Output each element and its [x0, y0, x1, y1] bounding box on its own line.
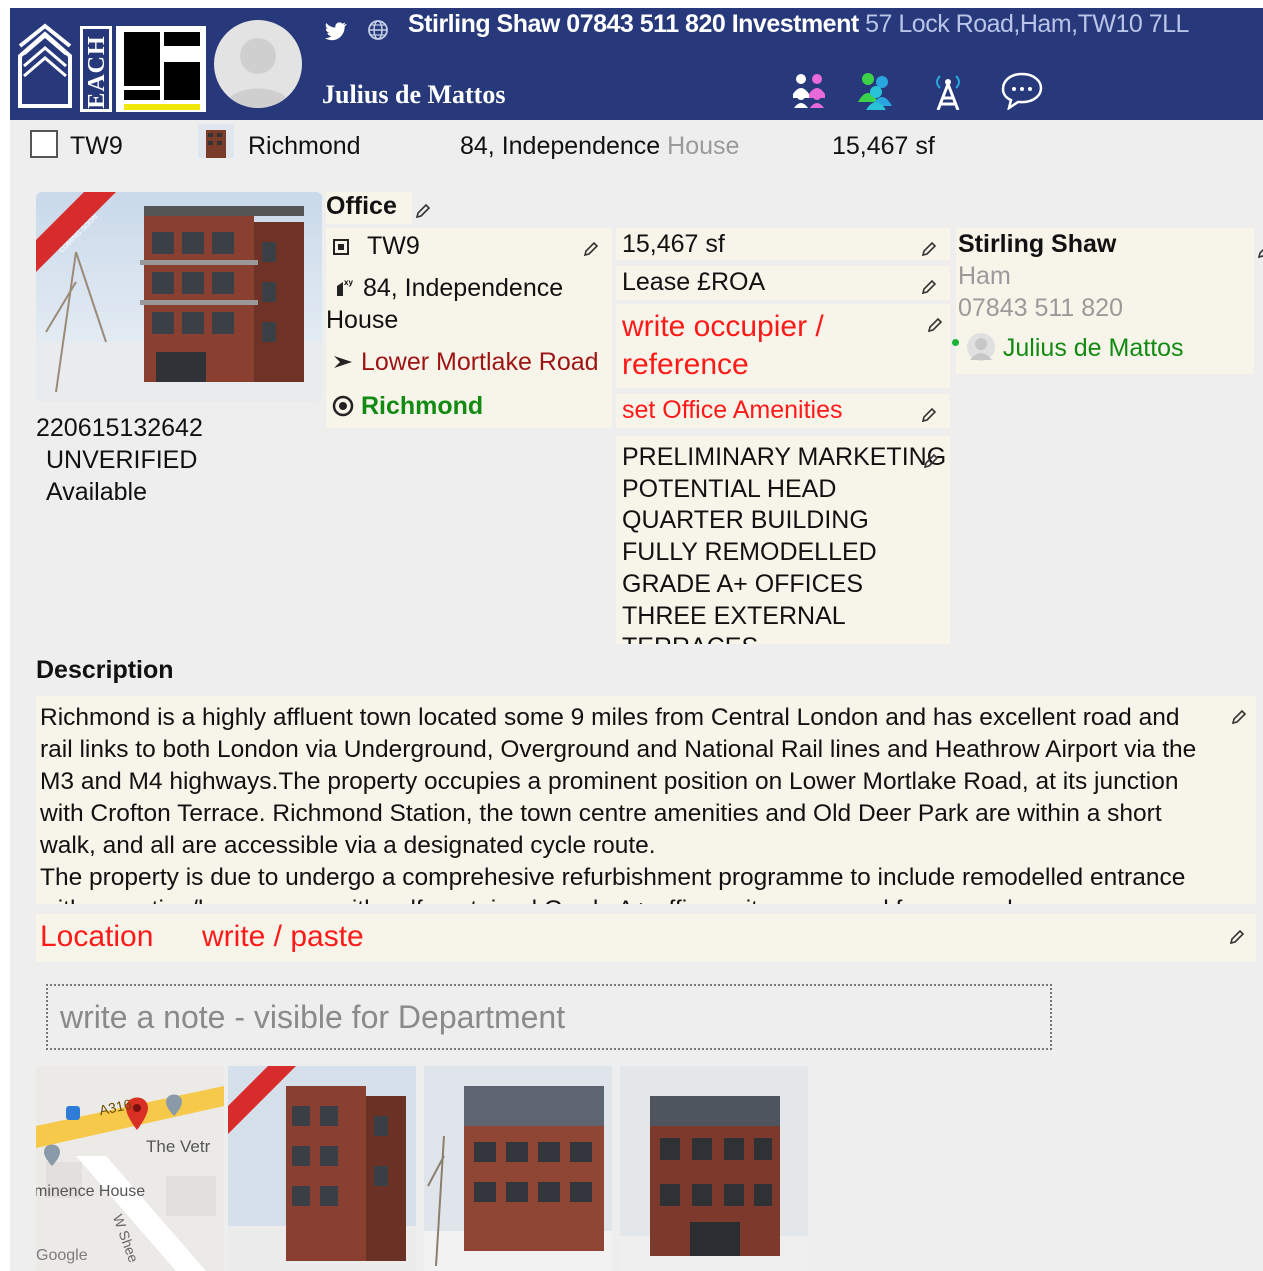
- globe-icon[interactable]: [366, 18, 390, 42]
- agent-cell[interactable]: Stirling Shaw Ham 07843 511 820 Julius d…: [952, 228, 1254, 374]
- property-type[interactable]: Office: [326, 192, 412, 224]
- location-box[interactable]: Location write / paste: [36, 914, 1256, 962]
- verification-status: UNVERIFIED: [46, 446, 198, 474]
- antenna-icon[interactable]: [926, 70, 970, 110]
- occupier-placeholder[interactable]: write occupier / reference: [622, 308, 872, 384]
- map-poi-label: The Vetr: [146, 1137, 211, 1156]
- features-list: PRELIMINARY MARKETING POTENTIAL HEAD QUA…: [622, 442, 946, 644]
- contact-avatar-icon: [966, 333, 995, 361]
- brand-logo: [116, 26, 206, 112]
- address-icon: xy: [337, 278, 353, 296]
- twitter-icon[interactable]: [322, 18, 348, 44]
- online-status-dot: [952, 339, 959, 346]
- photo-thumbnail-2[interactable]: [424, 1066, 612, 1271]
- description-box[interactable]: Richmond is a highly affluent town locat…: [36, 696, 1256, 904]
- chat-icon[interactable]: [1000, 70, 1044, 110]
- feature-item: THREE EXTERNAL: [622, 601, 846, 630]
- postcode-row: TW9: [332, 232, 420, 261]
- edit-agent-pencil-icon[interactable]: [1256, 242, 1263, 260]
- edit-occupier-pencil-icon[interactable]: [926, 316, 944, 334]
- edit-type-pencil-icon[interactable]: [414, 202, 432, 220]
- agent-company[interactable]: Stirling Shaw: [958, 230, 1116, 259]
- description-title: Description: [36, 656, 174, 684]
- photo-thumbnail-3[interactable]: [620, 1066, 808, 1271]
- map-thumbnail[interactable]: A316 The Vetr minence House W Shee Googl…: [36, 1066, 224, 1271]
- house-logo-icon[interactable]: [16, 22, 74, 108]
- select-checkbox[interactable]: [30, 130, 58, 158]
- each-logo: EACH: [80, 26, 112, 112]
- summary-row[interactable]: TW9 Richmond 84, Independence House 15,4…: [10, 120, 1263, 174]
- summary-area: Richmond: [248, 132, 361, 160]
- edit-features-pencil-icon[interactable]: [922, 452, 940, 470]
- agent-branch: Ham: [958, 262, 1011, 290]
- summary-size: 15,467 sf: [832, 132, 935, 160]
- svg-text:xy: xy: [344, 278, 353, 287]
- summary-address: 84, Independence House: [460, 132, 740, 160]
- lease-value: Lease £ROA: [622, 268, 766, 296]
- location-placeholder[interactable]: write / paste: [202, 920, 364, 954]
- edit-size-pencil-icon[interactable]: [920, 240, 938, 258]
- amenities-placeholder[interactable]: set Office Amenities: [622, 396, 842, 425]
- size-cell[interactable]: 15,467 sf: [616, 228, 950, 260]
- feature-item: GRADE A+ OFFICES: [622, 569, 864, 598]
- property-id: 220615132642: [36, 414, 203, 442]
- agent-phone[interactable]: 07843 511 820: [958, 294, 1123, 323]
- current-user-name[interactable]: Julius de Mattos: [322, 80, 505, 110]
- agency-name-phone[interactable]: Stirling Shaw 07843 511 820 Investment: [408, 10, 859, 38]
- street-row: Lower Mortlake Road: [332, 348, 599, 377]
- agency-address: 57 Lock Road,Ham,TW10 7LL: [865, 10, 1189, 38]
- property-status-block: 220615132642 UNVERIFIED Available: [36, 412, 203, 508]
- area-value[interactable]: Richmond: [361, 392, 483, 420]
- user-avatar[interactable]: [214, 20, 302, 108]
- postcode-value: TW9: [366, 232, 420, 260]
- area-row: Richmond: [332, 392, 483, 421]
- edit-description-pencil-icon[interactable]: [1230, 708, 1248, 726]
- edit-location-text-pencil-icon[interactable]: [1228, 928, 1246, 946]
- map-attribution: Google: [36, 1247, 88, 1264]
- summary-postcode: TW9: [70, 132, 123, 160]
- building-thumbnail-icon[interactable]: [198, 124, 234, 158]
- edit-location-pencil-icon[interactable]: [582, 240, 600, 258]
- people-teal-icon[interactable]: [856, 70, 900, 110]
- note-input[interactable]: [46, 984, 1052, 1050]
- occupier-cell[interactable]: write occupier / reference: [616, 304, 950, 388]
- edit-amenities-pencil-icon[interactable]: [920, 406, 938, 424]
- area-target-icon: [332, 395, 354, 417]
- agent-contact-name[interactable]: Julius de Mattos: [1003, 334, 1184, 362]
- agency-info[interactable]: Stirling Shaw 07843 511 820 Investment 5…: [408, 10, 1189, 39]
- address-row: xy 84, Independence House: [326, 272, 606, 336]
- property-photo[interactable]: COMING SOON: [36, 192, 322, 402]
- address-value: 84, Independence House: [326, 274, 564, 334]
- property-panel: TW9 Richmond 84, Independence House 15,4…: [10, 120, 1263, 1271]
- lease-cell[interactable]: Lease £ROA: [616, 266, 950, 300]
- street-icon: [334, 356, 352, 368]
- feature-item: TERRACES: [622, 632, 946, 644]
- street-value[interactable]: Lower Mortlake Road: [361, 348, 599, 376]
- features-cell[interactable]: PRELIMINARY MARKETING POTENTIAL HEAD QUA…: [616, 436, 950, 644]
- feature-item: FULLY REMODELLED: [622, 538, 877, 567]
- feature-item: QUARTER BUILDING: [622, 506, 869, 535]
- description-text: Richmond is a highly affluent town locat…: [40, 704, 1197, 904]
- edit-lease-pencil-icon[interactable]: [920, 278, 938, 296]
- photo-thumbnail-1[interactable]: [228, 1066, 416, 1271]
- amenities-cell[interactable]: set Office Amenities: [616, 394, 950, 428]
- map-building-label: minence House: [36, 1183, 145, 1200]
- app-header: EACH Stirling Shaw 07843 511 820 Investm…: [10, 8, 1263, 120]
- location-label: Location: [40, 920, 154, 953]
- postcode-icon: [333, 239, 349, 256]
- agent-contact-row: Julius de Mattos: [952, 332, 1184, 363]
- location-cell[interactable]: TW9 xy 84, Independence House Lower Mort…: [326, 228, 612, 428]
- size-value: 15,467 sf: [622, 230, 725, 258]
- people-pink-icon[interactable]: [788, 70, 832, 110]
- feature-item: POTENTIAL HEAD: [622, 474, 837, 503]
- availability-status: Available: [46, 478, 148, 506]
- feature-item: PRELIMINARY MARKETING: [622, 443, 947, 471]
